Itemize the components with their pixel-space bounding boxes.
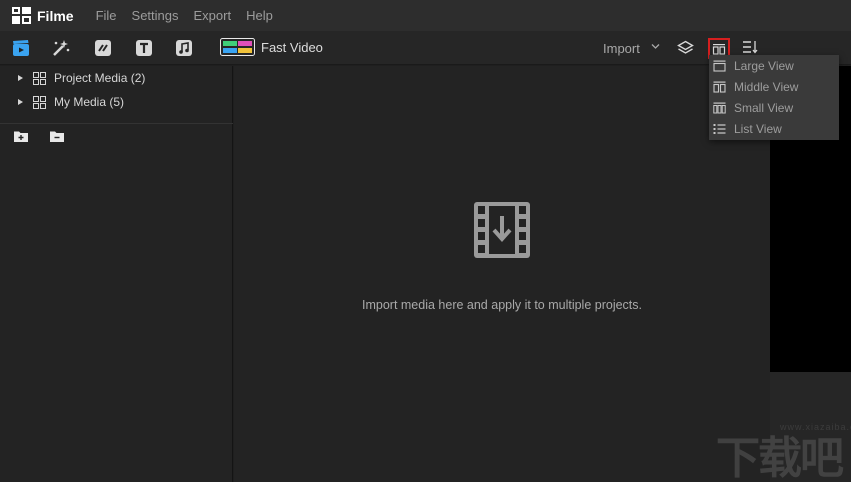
chevron-down-icon[interactable] [651, 43, 660, 50]
audio-tool-button[interactable] [175, 39, 193, 57]
menu-file[interactable]: File [96, 8, 117, 23]
app-name: Filme [37, 7, 74, 24]
tree-item-my-media[interactable]: My Media (5) [18, 95, 124, 109]
media-tool-button[interactable] [12, 39, 30, 57]
text-tool-button[interactable] [135, 39, 153, 57]
sort-list-icon[interactable] [742, 40, 758, 54]
text-icon [136, 40, 152, 56]
divider [0, 123, 233, 124]
media-library-panel: Project Media (2) My Media (5) [0, 66, 233, 482]
remove-folder-icon[interactable] [50, 130, 64, 142]
middle-view-icon [713, 81, 726, 93]
menu-item-label: Middle View [734, 79, 799, 94]
magic-wand-icon [53, 40, 70, 56]
fast-video-label: Fast Video [261, 39, 323, 55]
transition-icon [95, 40, 111, 56]
empty-state-message: Import media here and apply it to multip… [362, 298, 642, 312]
import-button[interactable]: Import [603, 41, 640, 56]
grid-icon [33, 95, 46, 109]
layers-icon[interactable] [677, 40, 694, 56]
small-view-icon [713, 102, 726, 113]
menu-item-small-view[interactable]: Small View [709, 97, 839, 118]
media-drop-area[interactable]: Import media here and apply it to multip… [234, 66, 770, 482]
watermark-url: www.xiazaiba.com [780, 422, 851, 432]
view-mode-dropdown: Large View Middle View Small View List V… [709, 55, 839, 140]
menu-item-list-view[interactable]: List View [709, 118, 839, 139]
tree-item-label: Project Media (2) [54, 71, 146, 85]
music-note-icon [176, 40, 192, 56]
middle-view-icon [712, 43, 726, 55]
filme-logo-icon [12, 7, 31, 24]
tree-item-project-media[interactable]: Project Media (2) [18, 71, 145, 85]
effects-tool-button[interactable] [52, 39, 70, 57]
menu-item-large-view[interactable]: Large View [709, 55, 839, 76]
add-folder-icon[interactable] [14, 130, 28, 142]
fast-video-button[interactable]: Fast Video [220, 38, 323, 56]
media-clapper-icon [13, 40, 29, 56]
transitions-tool-button[interactable] [94, 39, 112, 57]
grid-icon [33, 71, 46, 85]
large-view-icon [713, 60, 726, 72]
app-logo: Filme [12, 7, 96, 24]
menu-item-label: List View [734, 121, 782, 136]
list-view-icon [713, 123, 726, 134]
menu-settings[interactable]: Settings [132, 8, 179, 23]
menu-help[interactable]: Help [246, 8, 273, 23]
menu-item-middle-view[interactable]: Middle View [709, 76, 839, 97]
menu-item-label: Large View [734, 58, 794, 73]
expand-arrow-icon[interactable] [18, 75, 23, 81]
import-media-icon [474, 202, 530, 258]
fast-video-icon [220, 38, 255, 56]
expand-arrow-icon[interactable] [18, 99, 23, 105]
menu-export[interactable]: Export [194, 8, 232, 23]
tree-item-label: My Media (5) [54, 95, 125, 109]
menu-item-label: Small View [734, 100, 794, 115]
title-bar: Filme File Settings Export Help [0, 0, 851, 31]
